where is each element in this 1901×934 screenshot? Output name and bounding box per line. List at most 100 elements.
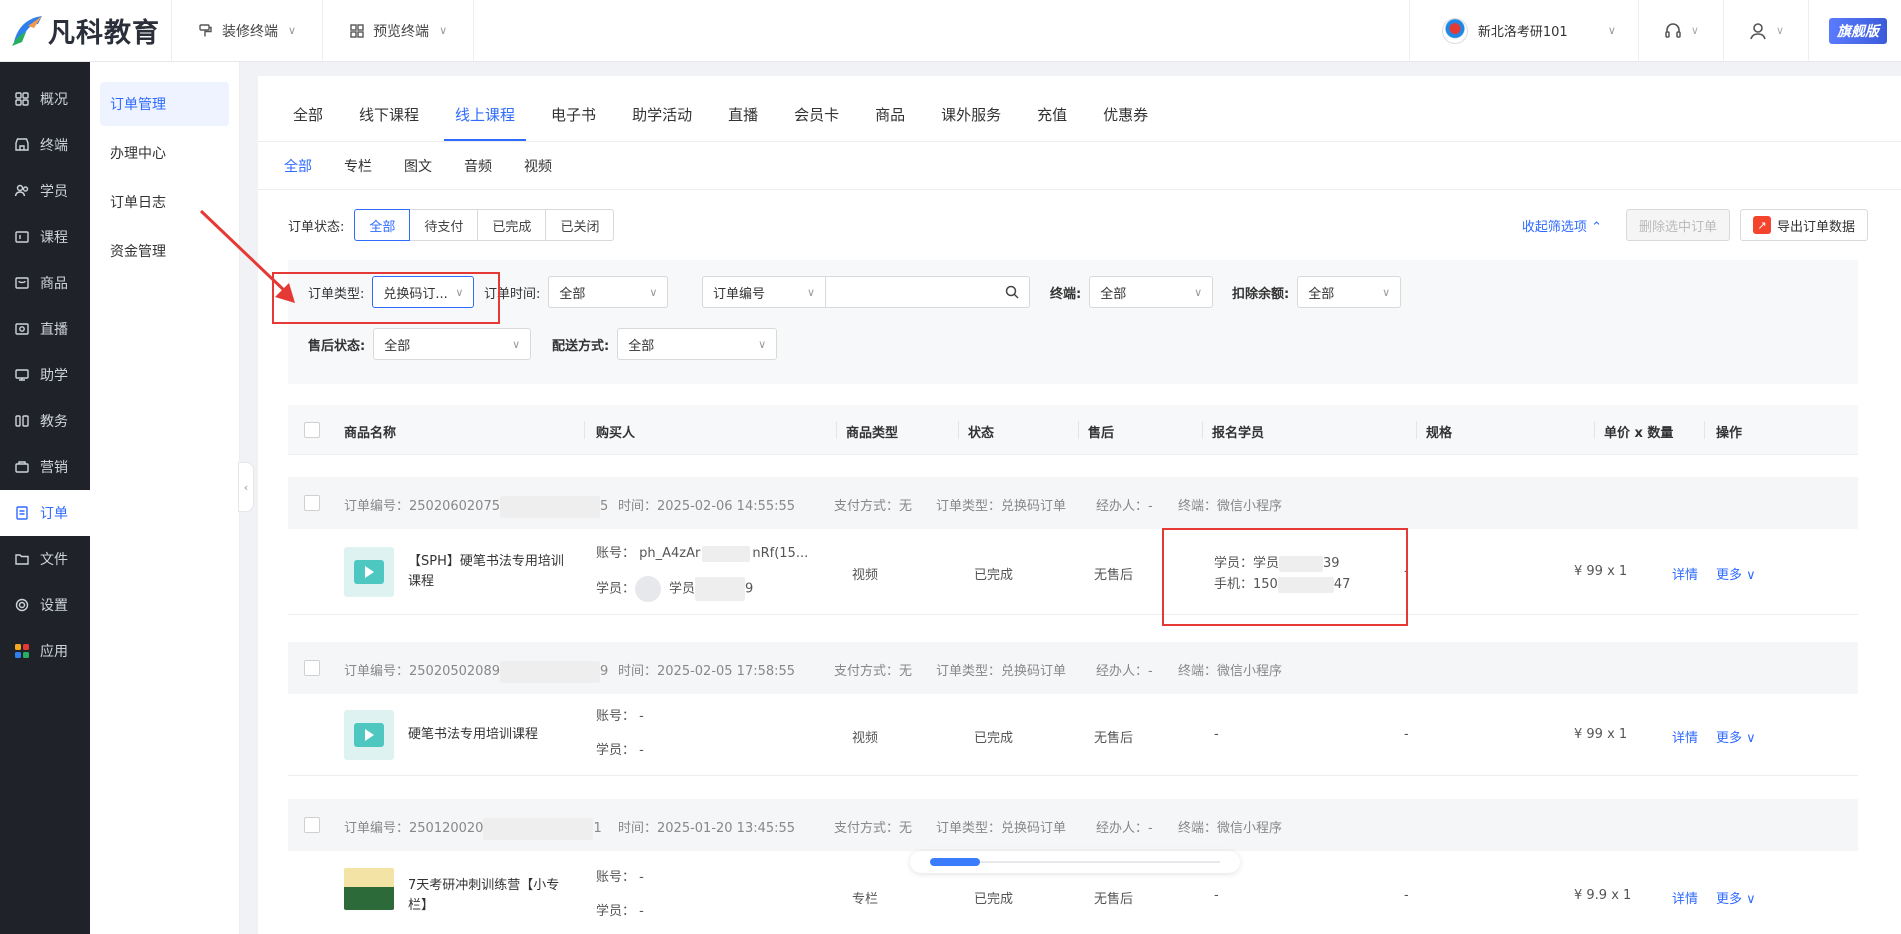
order-header: 订单编号：250120020 1 时间：2025-01-20 13:45:55 支付方… [288,799,1858,851]
chevron-down-icon: ∨ [1742,568,1756,583]
user-menu[interactable]: ∨ [1724,0,1809,62]
sidebar-item-dashboard[interactable]: 概况 [0,76,90,122]
primary-tab[interactable]: 线上课程 [444,104,527,141]
collapse-sidebar-button[interactable]: ‹ [238,462,254,512]
primary-tab[interactable]: 优惠券 [1092,104,1159,141]
buyer-student-label: 学员： - [596,904,644,919]
primary-tab[interactable]: 充值 [1026,104,1078,141]
secondary-tab[interactable]: 专栏 [344,156,372,176]
delete-selected-button[interactable]: 删除选中订单 [1625,209,1730,241]
sidebar-item-apps[interactable]: 应用 [0,628,90,674]
buyer-student: 学员： 学员 9 [596,576,753,602]
sidebar-item-teaching[interactable]: 教务 [0,398,90,444]
chevron-down-icon: ∨ [1690,24,1699,37]
school-switcher[interactable]: 新北洛考研101 ∨ [1408,0,1639,62]
secondary-tab[interactable]: 全部 [284,156,312,176]
order-status-option[interactable]: 待支付 [409,209,479,241]
buyer-student: 学员： - [596,900,644,919]
primary-tab[interactable]: 商品 [864,104,916,141]
primary-tab[interactable]: 课外服务 [930,104,1012,141]
order-type: 订单类型：兑换码订单 [936,821,1067,836]
order-checkbox[interactable] [304,817,320,833]
sidebar-item-folder[interactable]: 文件 [0,536,90,582]
main-sidebar: 概况 终端 学员 课程商品直播 助学 教务 营销 订单 文件 设置 应用 [0,62,90,934]
order-status-option[interactable]: 已完成 [477,209,547,241]
product-name[interactable]: 7天考研冲刺训练营【小专栏】 [408,876,568,916]
detail-link[interactable]: 详情 [1672,564,1698,583]
column-separator [1704,421,1705,439]
deduct-balance-select[interactable]: 全部 ∨ [1297,276,1402,308]
order-type: 订单类型：兑换码订单 [936,664,1067,679]
horizontal-scrollbar[interactable] [910,851,1240,873]
export-orders-button[interactable]: ↗ 导出订单数据 [1739,209,1868,241]
deduct-balance-label: 扣除余额: [1232,286,1290,302]
detail-link[interactable]: 详情 [1672,727,1698,746]
sidebar-item-assist[interactable]: 助学 [0,352,90,398]
secondary-tab[interactable]: 音频 [464,156,492,176]
sidebar-item-goods[interactable]: 商品 [0,260,90,306]
sidebar-item-label: 商品 [40,276,68,292]
chevron-down-icon: ∨ [288,24,297,37]
decorate-terminal-menu[interactable]: 装修终端 ∨ [172,0,324,62]
product-name[interactable]: 硬笔书法专用培训课程 [408,725,568,745]
delivery-select[interactable]: 全部 ∨ [617,328,778,360]
buyer-account: 账号： ph_A4zAr nRf(15... [596,542,808,562]
more-dropdown[interactable]: 更多 ∨ [1716,727,1756,746]
product-type: 专栏 [852,892,879,907]
filter-order-time: 订单时间: 全部 ∨ [484,276,669,308]
support-menu[interactable]: ∨ [1639,0,1724,62]
scrollbar-thumb[interactable] [930,858,980,866]
preview-terminal-menu[interactable]: 预览终端 ∨ [323,0,475,62]
primary-tab[interactable]: 助学活动 [621,104,703,141]
order-status-segment: 全部 待支付 已完成 已关闭 [354,209,615,241]
sidebar-item-marketing[interactable]: 营销 [0,444,90,490]
sidebar-item-store[interactable]: 终端 [0,122,90,168]
order-number-prefix: 订单编号：25020602075 [344,499,500,514]
goods-icon [15,277,29,289]
sidebar-item-gear[interactable]: 设置 [0,582,90,628]
order-number: 订单编号：25020602075 5 [344,495,608,518]
filter-delivery: 配送方式: 全部 ∨ [552,328,778,360]
select-all-checkbox[interactable] [304,422,320,438]
search-field-select[interactable]: 订单编号 ∨ [702,276,826,308]
order-payment: 支付方式：无 [834,821,913,836]
brand-logo[interactable]: 凡科教育 [0,0,172,62]
filter-terminal: 终端: 全部 ∨ [1050,276,1214,308]
sidebar-item-course[interactable]: 课程 [0,214,90,260]
subnav-item[interactable]: 办理中心 [100,131,229,175]
collapse-filters-link[interactable]: 收起筛选项 ⌃ [1522,216,1602,235]
order-time-select[interactable]: 全部 ∨ [548,276,669,308]
primary-tab[interactable]: 电子书 [540,104,607,141]
product-name[interactable]: 【SPH】硬笔书法专用培训课程 [408,552,568,592]
terminal-select[interactable]: 全部 ∨ [1089,276,1214,308]
primary-tab[interactable]: 直播 [717,104,769,141]
redacted-mask [702,545,751,562]
sidebar-item-live[interactable]: 直播 [0,306,90,352]
paint-roller-icon [199,23,212,36]
subnav-item[interactable]: 订单管理 [100,82,229,126]
order-agent: 经办人：- [1096,821,1153,836]
order-status-option[interactable]: 已关闭 [545,209,615,241]
order-checkbox[interactable] [304,660,320,676]
column-header: 售后 [1088,426,1115,441]
deduct-balance-value: 全部 [1308,286,1335,302]
column-header: 商品名称 [344,426,397,441]
more-dropdown[interactable]: 更多 ∨ [1716,888,1756,907]
vip-badge[interactable]: 旗舰版 [1829,17,1887,44]
after-sale-select[interactable]: 全部 ∨ [373,328,532,360]
order-status-option[interactable]: 全部 [354,209,411,241]
order-search-input[interactable] [826,276,1030,308]
primary-tab[interactable]: 线下课程 [348,104,430,141]
column-separator [836,421,837,439]
order-checkbox[interactable] [304,495,320,511]
more-dropdown[interactable]: 更多 ∨ [1716,564,1756,583]
dashboard-icon [15,92,29,106]
sidebar-item-users[interactable]: 学员 [0,168,90,214]
column-header: 商品类型 [846,426,899,441]
secondary-tab[interactable]: 视频 [524,156,552,176]
sidebar-item-order[interactable]: 订单 [0,490,90,536]
primary-tab[interactable]: 全部 [282,104,334,141]
secondary-tab[interactable]: 图文 [404,156,432,176]
primary-tab[interactable]: 会员卡 [783,104,850,141]
detail-link[interactable]: 详情 [1672,888,1698,907]
